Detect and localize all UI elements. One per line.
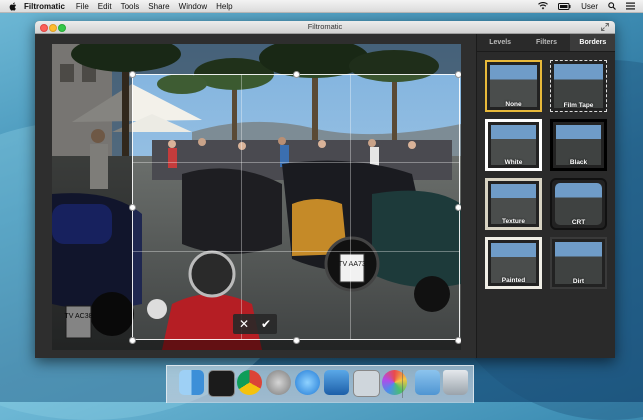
border-label: Dirt <box>572 278 585 285</box>
menu-bar: Filtromatic File Edit Tools Share Window… <box>0 0 643 13</box>
crop-handle-bottom-right[interactable] <box>455 337 461 344</box>
crop-shade-left <box>52 44 132 350</box>
border-label: Texture <box>502 218 525 225</box>
photo-preview[interactable]: TV AC38 TV AA73 ✕ ✔ <box>52 44 461 350</box>
menu-help[interactable]: Help <box>216 2 232 11</box>
tab-filters[interactable]: Filters <box>523 34 569 51</box>
menu-file[interactable]: File <box>76 2 89 11</box>
crop-handle-top-left[interactable] <box>129 71 136 78</box>
notification-center-icon[interactable] <box>626 2 635 10</box>
border-label: None <box>505 101 522 108</box>
crop-grid-line <box>132 162 460 163</box>
border-option-white[interactable]: White <box>485 119 542 171</box>
border-option-crt[interactable]: CRT <box>550 178 607 230</box>
border-option-none[interactable]: None <box>485 60 542 112</box>
fullscreen-icon[interactable] <box>601 23 609 31</box>
app-menu-name[interactable]: Filtromatic <box>24 2 65 11</box>
crop-grid-line <box>132 251 460 252</box>
crop-handle-top[interactable] <box>293 71 300 78</box>
menu-share[interactable]: Share <box>148 2 169 11</box>
crop-handle-bottom-left[interactable] <box>129 337 136 344</box>
sidebar-tabs: Levels Filters Borders <box>477 34 615 52</box>
preview-icon[interactable] <box>353 370 380 397</box>
border-label: Black <box>569 159 588 166</box>
itunes-icon[interactable] <box>295 370 320 395</box>
apple-icon[interactable] <box>8 1 18 11</box>
wifi-icon[interactable] <box>538 2 549 10</box>
zoom-window-button[interactable] <box>58 24 66 32</box>
chrome-icon[interactable] <box>237 370 262 395</box>
crop-cancel-icon[interactable]: ✕ <box>239 314 249 334</box>
spotlight-search-icon[interactable] <box>608 2 616 10</box>
crop-handle-top-right[interactable] <box>455 71 461 78</box>
border-option-black[interactable]: Black <box>550 119 607 171</box>
crop-handle-bottom[interactable] <box>293 337 300 344</box>
menu-edit[interactable]: Edit <box>98 2 112 11</box>
border-label: Painted <box>501 277 526 284</box>
filtromatic-icon[interactable] <box>382 370 407 395</box>
close-window-button[interactable] <box>40 24 48 32</box>
crop-grid-line <box>350 74 351 340</box>
menu-tools[interactable]: Tools <box>121 2 140 11</box>
folder-icon[interactable] <box>415 370 440 395</box>
crop-handle-left[interactable] <box>129 204 136 211</box>
trash-icon[interactable] <box>443 370 468 395</box>
minimize-window-button[interactable] <box>49 24 57 32</box>
xcode-icon[interactable] <box>324 370 349 395</box>
crop-shade-top <box>132 44 461 74</box>
dock <box>166 365 474 403</box>
window-title: Filtromatic <box>307 22 343 31</box>
title-bar: Filtromatic <box>35 21 615 34</box>
border-label: Film Tape <box>563 102 594 109</box>
crop-handle-right[interactable] <box>455 204 461 211</box>
crop-rectangle[interactable] <box>132 74 460 340</box>
border-option-texture[interactable]: Texture <box>485 178 542 230</box>
border-option-film-tape[interactable]: Film Tape <box>550 60 607 112</box>
sidebar-panel: Levels Filters Borders None Film Tape Wh… <box>476 34 615 358</box>
menu-window[interactable]: Window <box>179 2 207 11</box>
editor-canvas: TV AC38 TV AA73 ✕ ✔ <box>35 34 476 358</box>
finder-icon[interactable] <box>179 370 204 395</box>
app-window: Filtromatic TV AC38 TV AA73 ✕ ✔ Levels F… <box>35 21 615 358</box>
border-option-dirt[interactable]: Dirt <box>550 237 607 289</box>
crop-confirm-icon[interactable]: ✔ <box>261 314 271 334</box>
border-label: White <box>504 159 523 166</box>
user-menu[interactable]: User <box>581 2 598 11</box>
border-label: CRT <box>571 219 586 226</box>
terminal-icon[interactable] <box>208 370 235 397</box>
launchpad-icon[interactable] <box>266 370 291 395</box>
tab-borders[interactable]: Borders <box>569 34 615 51</box>
border-option-painted[interactable]: Painted <box>485 237 542 289</box>
battery-icon[interactable] <box>558 2 571 10</box>
crop-grid-line <box>241 74 242 340</box>
crop-actions: ✕ ✔ <box>233 314 277 334</box>
tab-levels[interactable]: Levels <box>477 34 523 51</box>
dock-separator <box>402 370 403 398</box>
